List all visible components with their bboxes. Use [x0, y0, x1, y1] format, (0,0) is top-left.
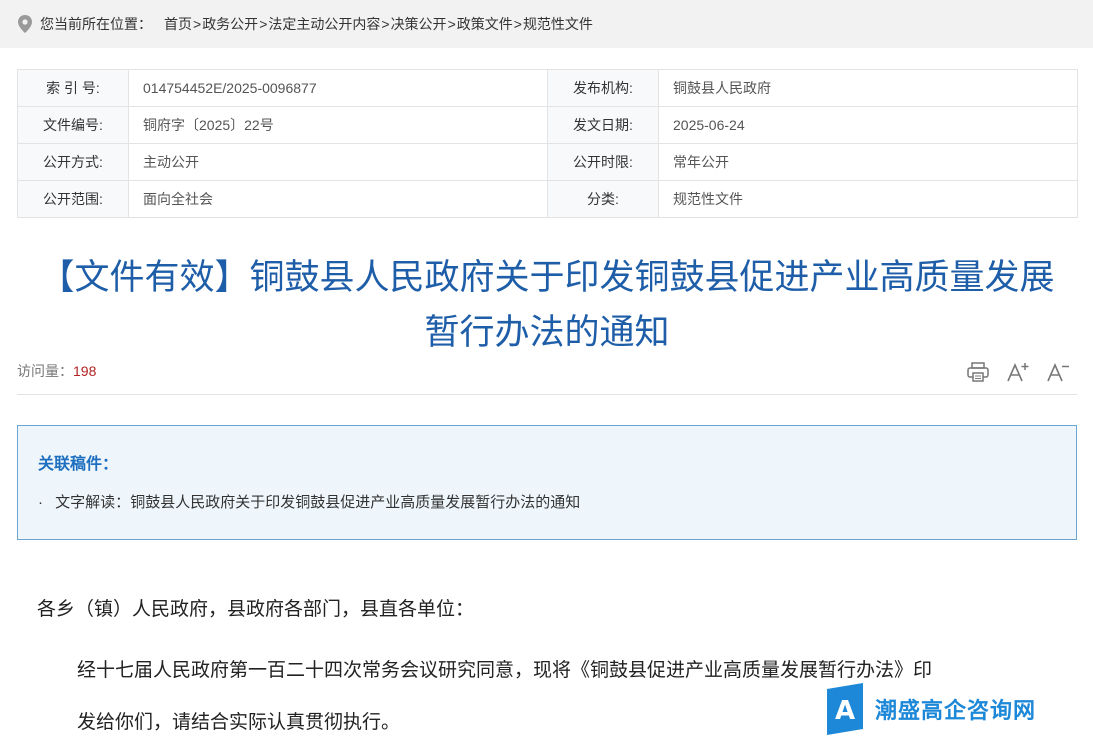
- breadcrumb-normative[interactable]: 规范性文件: [523, 16, 593, 32]
- meta-value: 面向全社会: [128, 180, 548, 218]
- related-document-link[interactable]: 文字解读：铜鼓县人民政府关于印发铜鼓县促进产业高质量发展暂行办法的通知: [55, 494, 580, 511]
- meta-key: 分类:: [547, 180, 659, 218]
- breadcrumb-prefix: 您当前所在位置：: [40, 16, 152, 32]
- font-increase-icon[interactable]: [1005, 360, 1031, 384]
- meta-key: 公开方式:: [17, 143, 129, 181]
- breadcrumb: 首页>政务公开>法定主动公开内容>决策公开>政策文件>规范性文件: [164, 14, 593, 34]
- meta-value: 铜府字〔2025〕22号: [128, 106, 548, 144]
- meta-key: 发文日期:: [547, 106, 659, 144]
- addressee-paragraph: 各乡（镇）人民政府，县政府各部门，县直各单位：: [37, 598, 475, 620]
- meta-row: 公开范围: 面向全社会 分类: 规范性文件: [17, 180, 1078, 218]
- meta-row: 公开方式: 主动公开 公开时限: 常年公开: [17, 143, 1078, 181]
- meta-value: 规范性文件: [658, 180, 1078, 218]
- related-documents-title: 关联稿件：: [38, 456, 119, 473]
- article-tools: [965, 360, 1071, 384]
- breadcrumb-decision[interactable]: 决策公开: [391, 16, 447, 32]
- breadcrumb-separator: >: [193, 16, 202, 32]
- related-document-title: 铜鼓县人民政府关于印发铜鼓县促进产业高质量发展暂行办法的通知: [130, 494, 581, 511]
- meta-row: 文件编号: 铜府字〔2025〕22号 发文日期: 2025-06-24: [17, 106, 1078, 144]
- document-title: 【文件有效】铜鼓县人民政府关于印发铜鼓县促进产业高质量发展 暂行办法的通知: [17, 250, 1077, 360]
- body-paragraph-line2: 发给你们，请结合实际认真贯彻执行。: [77, 711, 401, 733]
- meta-key: 索 引 号:: [17, 69, 129, 107]
- meta-value: 主动公开: [128, 143, 548, 181]
- font-decrease-icon[interactable]: [1045, 360, 1071, 384]
- visit-count-value: 198: [73, 363, 97, 379]
- breadcrumb-gov-affairs[interactable]: 政务公开: [202, 16, 258, 32]
- document-title-line2: 暂行办法的通知: [424, 313, 670, 352]
- document-meta-table: 索 引 号: 014754452E/2025-0096877 发布机构: 铜鼓县…: [17, 69, 1078, 218]
- location-pin-icon: [18, 15, 32, 33]
- meta-value: 常年公开: [658, 143, 1078, 181]
- meta-value: 014754452E/2025-0096877: [128, 69, 548, 107]
- watermark-logo-icon: A: [827, 683, 863, 735]
- body-paragraph-line1: 经十七届人民政府第一百二十四次常务会议研究同意，现将《铜鼓县促进产业高质量发展暂…: [77, 659, 933, 681]
- bullet: ·: [38, 494, 43, 511]
- printer-icon[interactable]: [965, 360, 991, 384]
- document-title-line1: 【文件有效】铜鼓县人民政府关于印发铜鼓县促进产业高质量发展: [39, 258, 1055, 297]
- related-documents-box: 关联稿件： · 文字解读：铜鼓县人民政府关于印发铜鼓县促进产业高质量发展暂行办法…: [17, 425, 1077, 540]
- breadcrumb-separator: >: [513, 16, 522, 32]
- meta-key: 公开范围:: [17, 180, 129, 218]
- visit-count: 访问量：198: [17, 361, 96, 381]
- meta-value: 铜鼓县人民政府: [658, 69, 1078, 107]
- breadcrumb-separator: >: [381, 16, 390, 32]
- breadcrumb-bar: 您当前所在位置： 首页>政务公开>法定主动公开内容>决策公开>政策文件>规范性文…: [0, 0, 1093, 48]
- meta-key: 文件编号:: [17, 106, 129, 144]
- breadcrumb-home[interactable]: 首页: [164, 16, 192, 32]
- meta-row: 索 引 号: 014754452E/2025-0096877 发布机构: 铜鼓县…: [17, 69, 1078, 107]
- meta-key: 公开时限:: [547, 143, 659, 181]
- divider: [17, 394, 1077, 395]
- meta-value: 2025-06-24: [658, 106, 1078, 144]
- related-document-type: 文字解读：: [55, 494, 131, 511]
- svg-text:A: A: [835, 696, 855, 726]
- visit-count-label: 访问量：: [17, 363, 73, 379]
- breadcrumb-separator: >: [447, 16, 456, 32]
- breadcrumb-policy[interactable]: 政策文件: [457, 16, 513, 32]
- breadcrumb-separator: >: [259, 16, 268, 32]
- meta-key: 发布机构:: [547, 69, 659, 107]
- related-document-item: · 文字解读：铜鼓县人民政府关于印发铜鼓县促进产业高质量发展暂行办法的通知: [38, 491, 580, 512]
- breadcrumb-statutory[interactable]: 法定主动公开内容: [268, 16, 380, 32]
- watermark-text: 潮盛高企咨询网: [875, 698, 1037, 724]
- watermark: A 潮盛高企咨询网: [825, 680, 1075, 738]
